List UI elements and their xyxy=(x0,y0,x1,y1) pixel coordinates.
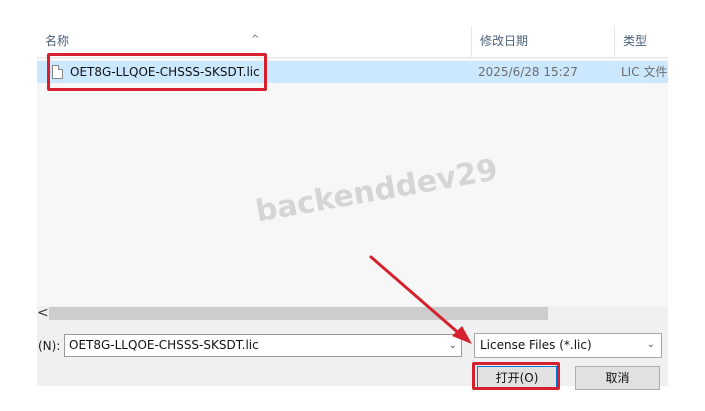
filename-value: OET8G-LLQOE-CHSSS-SKSDT.lic xyxy=(69,338,259,352)
filename-label: (N): xyxy=(38,339,61,353)
scroll-left-icon[interactable]: < xyxy=(37,306,49,322)
chevron-down-icon[interactable]: ⌄ xyxy=(647,334,655,355)
file-type-filter[interactable]: License Files (*.lic) ⌄ xyxy=(474,333,662,358)
column-header-type[interactable]: 类型 xyxy=(615,26,668,57)
column-header-date[interactable]: 修改日期 xyxy=(472,26,615,57)
open-button-highlight-box xyxy=(472,362,560,390)
sort-up-icon: ^ xyxy=(251,34,260,45)
column-header-name-label: 名称 xyxy=(45,34,70,48)
file-highlight-box xyxy=(47,53,267,91)
file-type-filter-value: License Files (*.lic) xyxy=(480,338,592,352)
scrollbar-thumb[interactable] xyxy=(49,307,548,320)
file-type: LIC 文件 xyxy=(621,65,668,79)
file-modified: 2025/6/28 15:27 xyxy=(478,65,578,79)
filename-input[interactable]: OET8G-LLQOE-CHSSS-SKSDT.lic ⌄ xyxy=(64,334,462,357)
horizontal-scrollbar[interactable]: < xyxy=(37,306,668,322)
cancel-button[interactable]: 取消 xyxy=(575,366,660,390)
chevron-down-icon[interactable]: ⌄ xyxy=(449,335,457,356)
